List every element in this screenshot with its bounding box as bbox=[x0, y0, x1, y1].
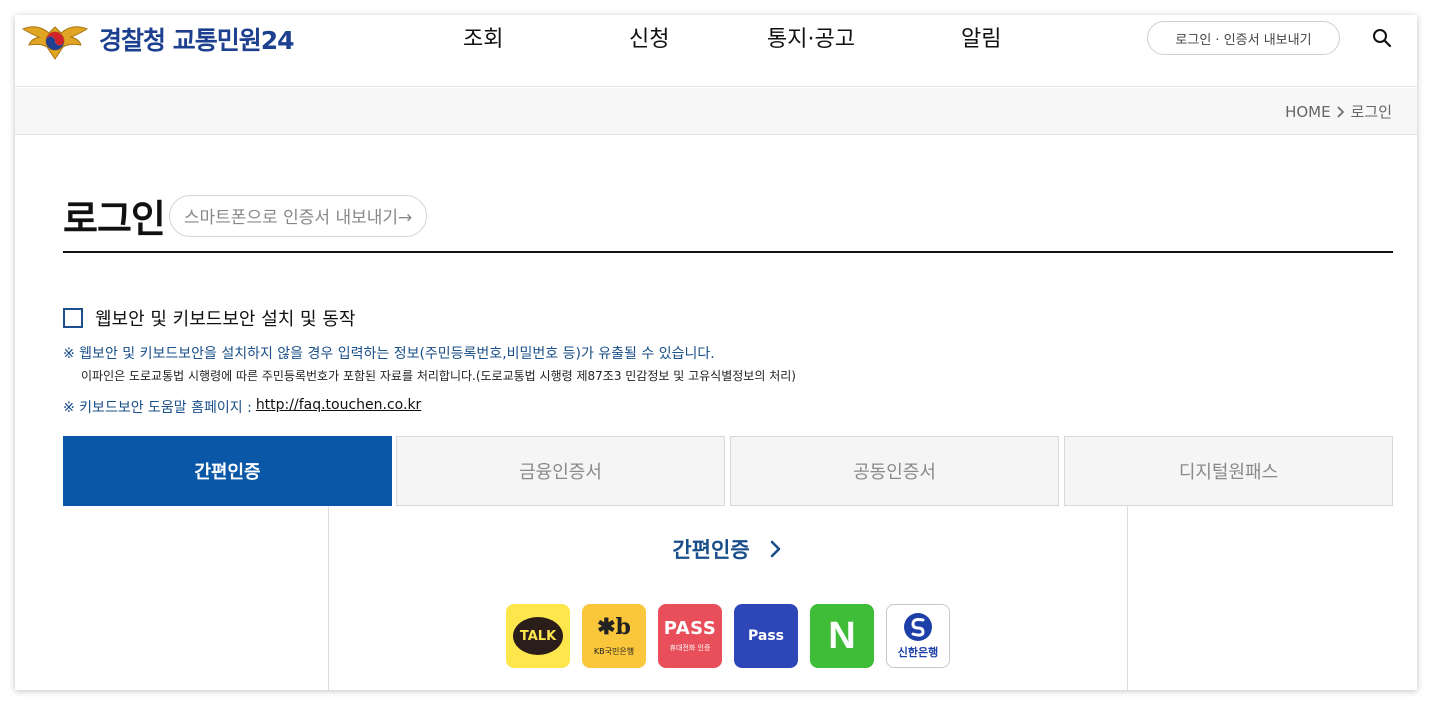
kb-label: KB국민은행 bbox=[593, 646, 635, 656]
security-checkbox[interactable] bbox=[63, 308, 83, 328]
naver-auth-button[interactable]: N bbox=[810, 604, 874, 668]
shinhan-auth-button[interactable]: 신한은행 bbox=[886, 604, 950, 668]
smartphone-export-button[interactable]: 스마트폰으로 인증서 내보내기→ bbox=[168, 194, 428, 237]
kb-bank-auth-button[interactable]: ✱b KB국민은행 bbox=[582, 604, 646, 668]
simple-auth-title: 간편인증 bbox=[672, 538, 750, 562]
auth-tabs: 간편인증 금융인증서 공동인증서 디지털원패스 bbox=[63, 436, 1393, 506]
kakao-auth-button[interactable]: TALK bbox=[506, 604, 570, 668]
shinhan-logo-icon bbox=[904, 613, 932, 641]
tab-financial-cert[interactable]: 금융인증서 bbox=[396, 436, 725, 506]
simple-auth-heading[interactable]: 간편인증 bbox=[329, 534, 1127, 564]
tab-digital-onepass[interactable]: 디지털원패스 bbox=[1064, 436, 1393, 506]
shinhan-label: 신한은행 bbox=[897, 646, 939, 659]
nav-item-notices[interactable]: 통지·공고 bbox=[767, 21, 855, 53]
pass-logo-text: PASS bbox=[663, 618, 717, 639]
pass-sub-label: 휴대전화 인증 bbox=[669, 644, 711, 652]
login-export-button[interactable]: 로그인 · 인증서 내보내기 bbox=[1147, 21, 1340, 55]
samsung-pass-logo-text: Pass bbox=[748, 628, 784, 644]
auth-provider-list: TALK ✱b KB국민은행 PASS 휴대전화 인증 Pass N 신한은행 bbox=[506, 604, 950, 668]
nav-item-alerts[interactable]: 알림 bbox=[961, 21, 1001, 53]
page-title: 로그인 bbox=[63, 197, 166, 241]
simple-auth-panel: 간편인증 TALK ✱b KB국민은행 PASS 휴대전화 인증 Pass N … bbox=[328, 506, 1128, 690]
nav-item-apply[interactable]: 신청 bbox=[629, 21, 669, 53]
naver-logo-icon: N bbox=[828, 614, 856, 657]
site-header: 경찰청 교통민원24 조회 신청 통지·공고 알림 로그인 · 인증서 내보내기 bbox=[15, 15, 1417, 87]
search-icon[interactable] bbox=[1371, 27, 1393, 49]
keyboard-help-link[interactable]: http://faq.touchen.co.kr bbox=[256, 397, 422, 417]
breadcrumb-current: 로그인 bbox=[1350, 103, 1392, 121]
title-row: 로그인 스마트폰으로 인증서 내보내기→ bbox=[63, 188, 428, 243]
nav-item-inquiry[interactable]: 조회 bbox=[463, 21, 503, 53]
tab-simple-auth[interactable]: 간편인증 bbox=[63, 436, 392, 506]
chevron-right-icon bbox=[1337, 105, 1344, 118]
kakaotalk-icon: TALK bbox=[513, 617, 563, 655]
pass-auth-button[interactable]: PASS 휴대전화 인증 bbox=[658, 604, 722, 668]
keyboard-help: ※ 키보드보안 도움말 홈페이지 : http://faq.touchen.co… bbox=[63, 397, 421, 417]
tab-joint-cert[interactable]: 공동인증서 bbox=[730, 436, 1059, 506]
chevron-right-icon bbox=[770, 540, 780, 558]
breadcrumb-home[interactable]: HOME bbox=[1285, 103, 1331, 121]
title-divider bbox=[63, 251, 1393, 253]
page-frame: 경찰청 교통민원24 조회 신청 통지·공고 알림 로그인 · 인증서 내보내기… bbox=[15, 15, 1417, 690]
security-warning: ※ 웹보안 및 키보드보안을 설치하지 않을 경우 입력하는 정보(주민등록번호… bbox=[63, 346, 715, 362]
breadcrumb: HOME 로그인 bbox=[1285, 101, 1392, 122]
kb-logo-icon: ✱b bbox=[597, 613, 631, 640]
security-checkbox-label[interactable]: 웹보안 및 키보드보안 설치 및 동작 bbox=[95, 305, 355, 331]
security-checkbox-row[interactable]: 웹보안 및 키보드보안 설치 및 동작 bbox=[63, 305, 355, 331]
samsung-pass-auth-button[interactable]: Pass bbox=[734, 604, 798, 668]
privacy-notice: 이파인은 도로교통법 시행령에 따른 주민등록번호가 포함된 자료를 처리합니다… bbox=[81, 369, 796, 383]
keyboard-help-label: ※ 키보드보안 도움말 홈페이지 : bbox=[63, 400, 252, 416]
breadcrumb-bar: HOME 로그인 bbox=[15, 88, 1417, 135]
